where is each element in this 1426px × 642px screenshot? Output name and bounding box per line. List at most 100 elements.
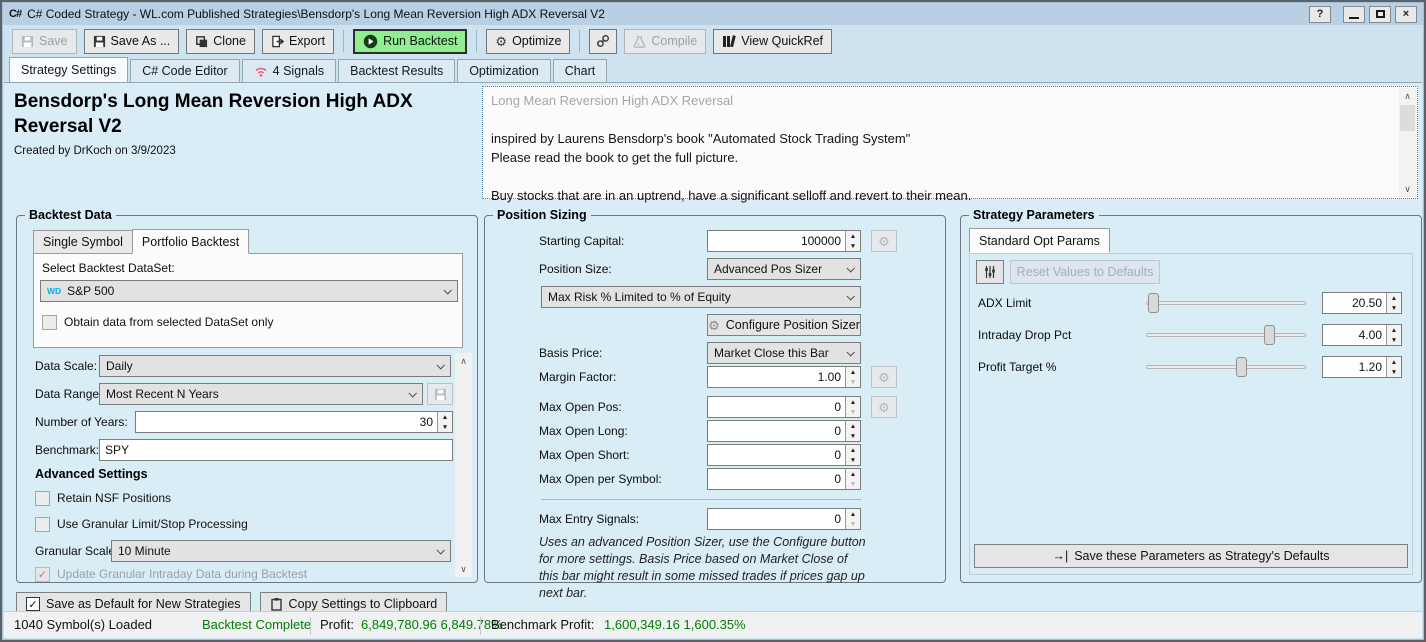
spin-down-icon[interactable]: ▼ — [846, 479, 860, 489]
spin-down-icon[interactable]: ▼ — [846, 241, 860, 251]
checkbox[interactable] — [42, 315, 57, 330]
position-size-combobox[interactable]: Advanced Pos Sizer — [707, 258, 861, 280]
tab-single-symbol[interactable]: Single Symbol — [33, 230, 133, 254]
symbols-loaded-status: 1040 Symbol(s) Loaded — [14, 617, 152, 632]
profit-target-slider[interactable] — [1146, 356, 1306, 378]
spin-up-icon[interactable]: ▲ — [1387, 293, 1401, 303]
spin-down-icon[interactable]: ▼ — [1387, 335, 1401, 345]
toolbar: Save Save As ... Clone Export Run Backte… — [4, 25, 1422, 57]
spin-down-icon[interactable]: ▼ — [846, 377, 860, 387]
strategy-description-box[interactable]: Long Mean Reversion High ADX Reversal in… — [482, 86, 1418, 199]
benchmark-input[interactable]: SPY — [99, 439, 453, 461]
spin-up-icon[interactable]: ▲ — [846, 397, 860, 407]
number-of-years-input[interactable]: 30 ▲▼ — [135, 411, 453, 433]
slider-thumb[interactable] — [1148, 293, 1159, 313]
starting-capital-gear-button[interactable]: ⚙ — [871, 230, 897, 252]
profit-target-input[interactable]: 1.20 ▲▼ — [1322, 356, 1402, 378]
max-open-pos-gear-button[interactable]: ⚙ — [871, 396, 897, 418]
update-granular-checkbox[interactable]: ✓ Update Granular Intraday Data during B… — [35, 566, 307, 582]
spin-down-icon[interactable]: ▼ — [846, 407, 860, 417]
margin-factor-input[interactable]: 1.00 ▲▼ — [707, 366, 861, 388]
checkbox-checked[interactable]: ✓ — [35, 567, 50, 582]
tab-optimization[interactable]: Optimization — [457, 59, 550, 82]
tab-backtest-results[interactable]: Backtest Results — [338, 59, 455, 82]
spin-up-icon[interactable]: ▲ — [846, 367, 860, 377]
backtest-data-scrollbar[interactable]: ∧ ∨ — [455, 353, 472, 577]
spin-down-icon[interactable]: ▼ — [846, 431, 860, 441]
view-quickref-button[interactable]: View QuickRef — [713, 29, 832, 54]
param-name: Profit Target % — [978, 356, 1056, 378]
tab-chart[interactable]: Chart — [553, 59, 608, 82]
adx-limit-input[interactable]: 20.50 ▲▼ — [1322, 292, 1402, 314]
tab-portfolio-backtest[interactable]: Portfolio Backtest — [132, 229, 249, 254]
spin-up-icon[interactable]: ▲ — [1387, 357, 1401, 367]
pos-sizer-combobox[interactable]: Max Risk % Limited to % of Equity — [541, 286, 861, 308]
spin-up-icon[interactable]: ▲ — [846, 421, 860, 431]
retain-nsf-checkbox[interactable]: Retain NSF Positions — [35, 490, 171, 506]
scroll-up-icon[interactable]: ∧ — [455, 353, 472, 369]
compile-button[interactable]: Compile — [624, 29, 706, 54]
spin-up-icon[interactable]: ▲ — [846, 231, 860, 241]
spin-up-icon[interactable]: ▲ — [846, 509, 860, 519]
dataset-combobox[interactable]: WD S&P 500 — [40, 280, 458, 302]
params-filter-button[interactable] — [976, 260, 1004, 284]
minimize-button[interactable] — [1343, 6, 1365, 23]
scroll-down-icon[interactable]: ∨ — [1399, 181, 1416, 197]
max-open-long-input[interactable]: 0 ▲▼ — [707, 420, 861, 442]
checkbox[interactable] — [35, 517, 50, 532]
tab-strategy-settings[interactable]: Strategy Settings — [9, 57, 128, 82]
max-open-short-input[interactable]: 0 ▲▼ — [707, 444, 861, 466]
save-button[interactable]: Save — [12, 29, 77, 54]
link-button[interactable] — [589, 29, 617, 54]
optimize-button[interactable]: ⚙ Optimize — [486, 29, 570, 54]
clone-button[interactable]: Clone — [186, 29, 255, 54]
description-scrollbar[interactable]: ∧ ∨ — [1399, 88, 1416, 197]
spin-down-icon[interactable]: ▼ — [438, 422, 452, 432]
max-open-pos-input[interactable]: 0 ▲▼ — [707, 396, 861, 418]
starting-capital-input[interactable]: 100000 ▲▼ — [707, 230, 861, 252]
margin-factor-gear-button[interactable]: ⚙ — [871, 366, 897, 388]
obtain-data-checkbox[interactable]: Obtain data from selected DataSet only — [42, 314, 273, 330]
max-open-symbol-input[interactable]: 0 ▲▼ — [707, 468, 861, 490]
spin-up-icon[interactable]: ▲ — [438, 412, 452, 422]
spin-up-icon[interactable]: ▲ — [1387, 325, 1401, 335]
close-button[interactable]: × — [1395, 6, 1417, 23]
maximize-button[interactable] — [1369, 6, 1391, 23]
export-button[interactable]: Export — [262, 29, 334, 54]
basis-price-combobox[interactable]: Market Close this Bar — [707, 342, 861, 364]
spin-up-icon[interactable]: ▲ — [846, 445, 860, 455]
spin-down-icon[interactable]: ▼ — [1387, 367, 1401, 377]
spin-up-icon[interactable]: ▲ — [846, 469, 860, 479]
save-as-button[interactable]: Save As ... — [84, 29, 180, 54]
spin-down-icon[interactable]: ▼ — [846, 455, 860, 465]
data-scale-combobox[interactable]: Daily — [99, 355, 451, 377]
granular-processing-checkbox[interactable]: Use Granular Limit/Stop Processing — [35, 516, 248, 532]
scrollbar-thumb[interactable] — [1400, 105, 1415, 131]
save-params-defaults-button[interactable]: →| Save these Parameters as Strategy's D… — [974, 544, 1408, 568]
play-icon — [363, 34, 378, 49]
granular-scale-combobox[interactable]: 10 Minute — [111, 540, 451, 562]
tab-code-editor[interactable]: C# Code Editor — [130, 59, 239, 82]
spin-down-icon[interactable]: ▼ — [1387, 303, 1401, 313]
reset-values-button[interactable]: Reset Values to Defaults — [1010, 260, 1160, 284]
save-range-button[interactable] — [427, 383, 453, 405]
slider-thumb[interactable] — [1264, 325, 1275, 345]
adx-limit-slider[interactable] — [1146, 292, 1306, 314]
scroll-up-icon[interactable]: ∧ — [1399, 88, 1416, 104]
help-button[interactable]: ? — [1309, 6, 1331, 23]
configure-position-sizer-button[interactable]: ⚙ Configure Position Sizer — [707, 314, 861, 336]
max-open-short-label: Max Open Short: — [539, 444, 630, 466]
tab-signals[interactable]: 4 Signals — [242, 59, 336, 82]
max-entry-signals-input[interactable]: 0 ▲▼ — [707, 508, 861, 530]
checkbox[interactable] — [35, 491, 50, 506]
intraday-drop-slider[interactable] — [1146, 324, 1306, 346]
tab-standard-opt-params[interactable]: Standard Opt Params — [969, 228, 1110, 253]
data-range-combobox[interactable]: Most Recent N Years — [99, 383, 423, 405]
save-icon — [21, 35, 34, 48]
slider-thumb[interactable] — [1236, 357, 1247, 377]
intraday-drop-input[interactable]: 4.00 ▲▼ — [1322, 324, 1402, 346]
run-backtest-button[interactable]: Run Backtest — [353, 29, 467, 54]
max-entry-signals-label: Max Entry Signals: — [539, 508, 639, 530]
scroll-down-icon[interactable]: ∨ — [455, 561, 472, 577]
spin-down-icon[interactable]: ▼ — [846, 519, 860, 529]
